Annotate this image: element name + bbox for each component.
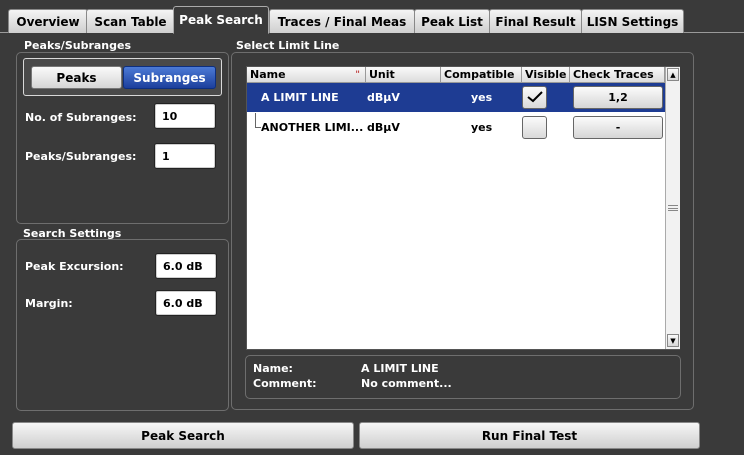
tab-scan-table[interactable]: Scan Table [86, 9, 175, 33]
peaks-toggle-button[interactable]: Peaks [31, 66, 122, 89]
limit-line-table: Name " Unit Compatible Visible Check Tra… [246, 66, 680, 350]
check-traces-button[interactable]: - [573, 116, 663, 139]
row-compatible: yes [471, 121, 493, 134]
col-header-check-traces[interactable]: Check Traces [570, 67, 665, 83]
row-unit: dBµV [367, 91, 400, 104]
num-subranges-input[interactable]: 10 [154, 103, 216, 129]
col-header-compatible[interactable]: Compatible [441, 67, 522, 83]
visible-checkbox[interactable] [522, 86, 547, 109]
row-name: ANOTHER LIMI... [261, 121, 364, 134]
table-row[interactable]: A LIMIT LINE dBµV yes 1,2 [247, 83, 665, 112]
peak-excursion-input[interactable]: 6.0 dB [155, 253, 217, 279]
sort-indicator-icon: " [355, 69, 360, 80]
info-comment-value: No comment... [361, 377, 452, 390]
col-header-name-label: Name [250, 68, 286, 81]
col-header-visible[interactable]: Visible [522, 67, 570, 83]
tree-line [255, 113, 256, 128]
peaks-subranges-toggle: Peaks Subranges [23, 58, 222, 96]
tab-peak-list[interactable]: Peak List [414, 9, 490, 33]
check-traces-button[interactable]: 1,2 [573, 86, 663, 109]
scroll-up-icon[interactable]: ▲ [667, 68, 679, 81]
tab-overview[interactable]: Overview [8, 9, 88, 33]
peaks-subranges-title: Peaks/Subranges [24, 39, 132, 52]
row-compatible: yes [471, 91, 493, 104]
scroll-down-icon[interactable]: ▼ [667, 334, 679, 347]
col-header-name[interactable]: Name " [247, 67, 366, 83]
info-name-value: A LIMIT LINE [361, 362, 439, 375]
scroll-grip-icon[interactable] [668, 205, 678, 211]
peak-search-button[interactable]: Peak Search [12, 422, 354, 449]
col-header-unit[interactable]: Unit [366, 67, 441, 83]
visible-checkbox[interactable] [522, 116, 547, 139]
table-row[interactable]: ANOTHER LIMI... dBµV yes - [247, 113, 665, 142]
tab-peak-search[interactable]: Peak Search [173, 6, 269, 34]
run-final-test-button[interactable]: Run Final Test [359, 422, 700, 449]
margin-label: Margin: [25, 297, 73, 310]
tab-bar: Overview Scan Table Peak Search Traces /… [0, 0, 744, 34]
tab-lisn-settings[interactable]: LISN Settings [581, 9, 684, 33]
subranges-toggle-button[interactable]: Subranges [123, 66, 216, 89]
tab-traces-final-meas[interactable]: Traces / Final Meas [269, 9, 415, 33]
peaks-per-subrange-label: Peaks/Subranges: [25, 150, 137, 163]
row-unit: dBµV [367, 121, 400, 134]
peaks-per-subrange-input[interactable]: 1 [154, 143, 216, 169]
info-name-label: Name: [253, 362, 293, 375]
num-subranges-label: No. of Subranges: [25, 111, 137, 124]
info-comment-label: Comment: [253, 377, 317, 390]
table-scrollbar[interactable]: ▲ ▼ [665, 67, 680, 349]
peak-excursion-label: Peak Excursion: [25, 260, 124, 273]
select-limit-line-title: Select Limit Line [236, 39, 340, 52]
row-name: A LIMIT LINE [261, 91, 339, 104]
margin-input[interactable]: 6.0 dB [155, 290, 217, 316]
checkmark-icon [527, 91, 543, 103]
tab-final-result[interactable]: Final Result [489, 9, 582, 33]
